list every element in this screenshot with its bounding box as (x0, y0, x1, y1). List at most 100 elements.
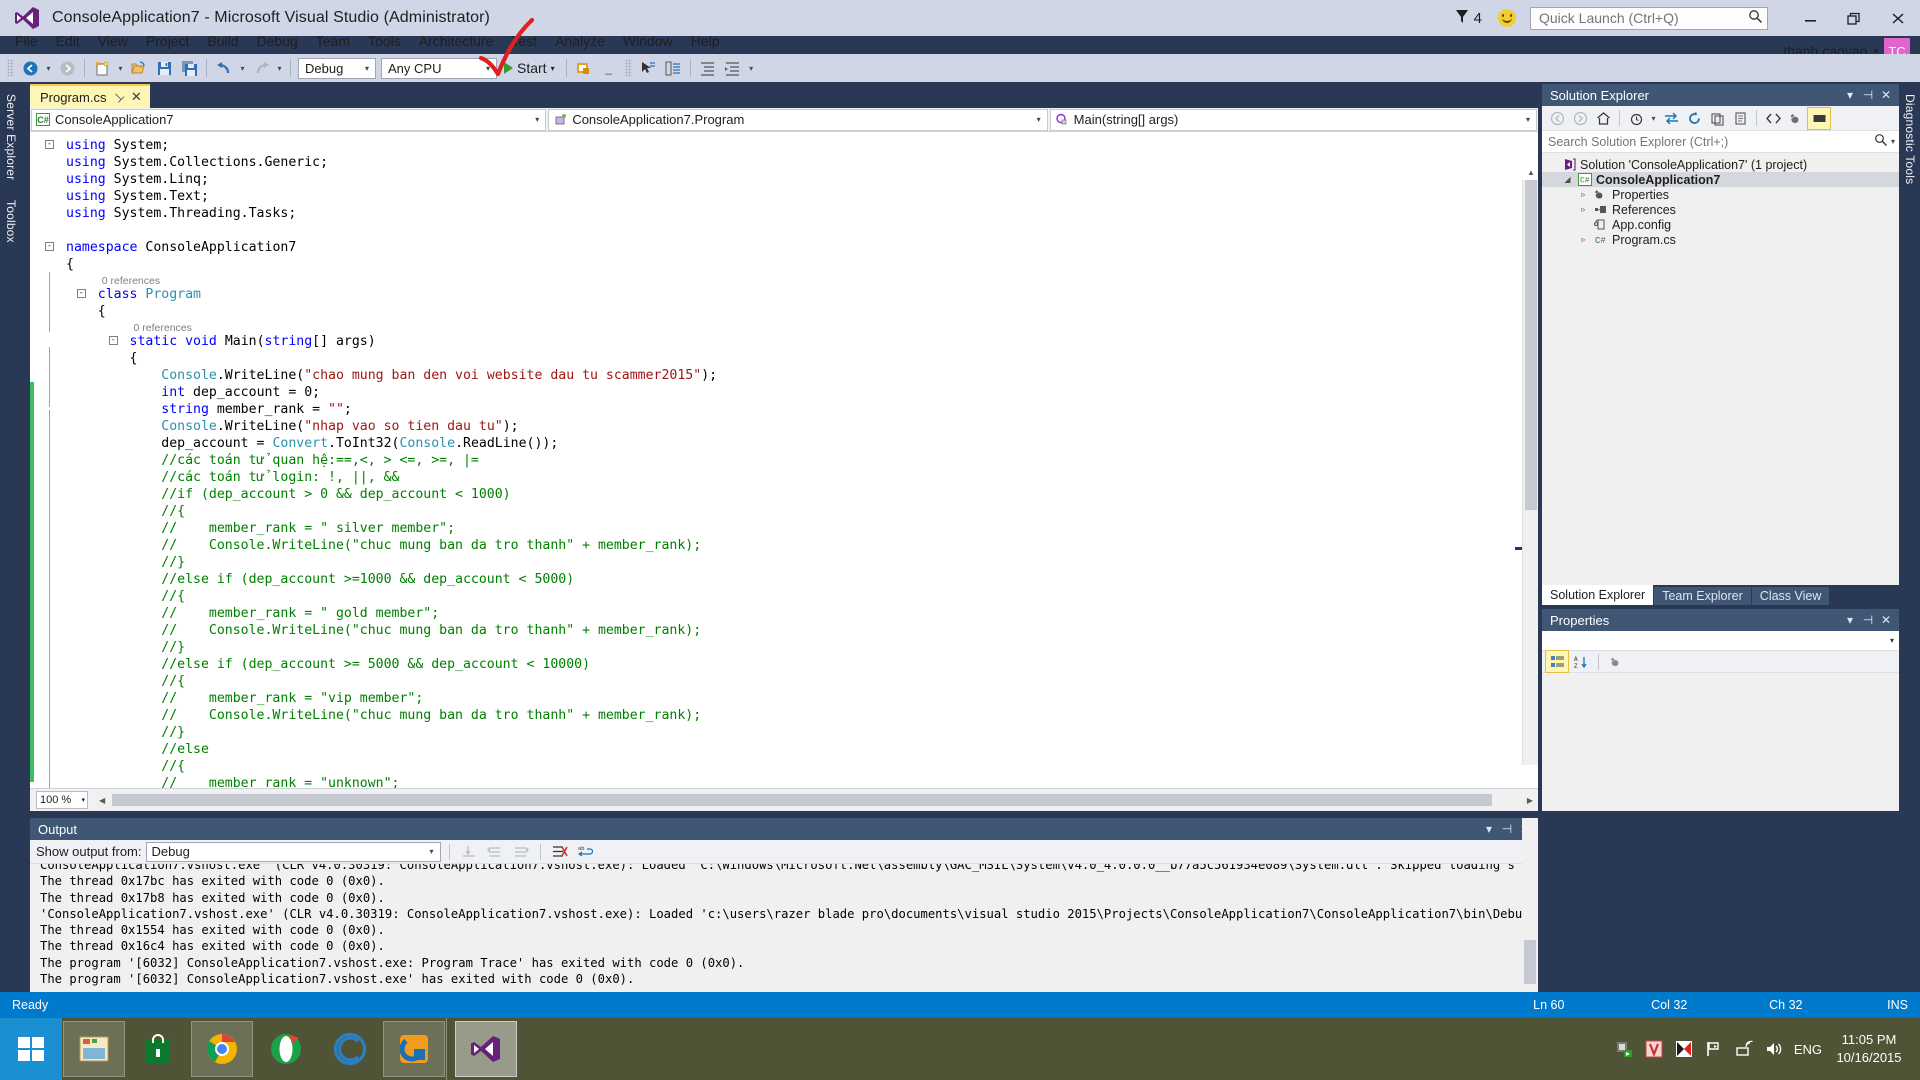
pin-icon[interactable]: ⊣ (110, 88, 127, 105)
code-lens-references[interactable]: 0 references (66, 320, 1538, 333)
menu-build[interactable]: Build (198, 29, 247, 53)
code-folding-column[interactable]: ---- (30, 132, 62, 788)
editor-zoom-combo[interactable]: 100 % ▾ (36, 791, 88, 809)
redo-caret-icon[interactable]: ▾ (274, 57, 285, 79)
quick-launch-box[interactable] (1530, 7, 1768, 30)
editor-hscroll-thumb[interactable] (112, 794, 1492, 806)
toolbar-overflow-icon[interactable]: ▾ (746, 57, 757, 79)
close-button[interactable] (1876, 0, 1920, 36)
panel-tab-team-explorer[interactable]: Team Explorer (1654, 587, 1751, 605)
code-line[interactable]: //các toán tử login: !, ||, && (66, 469, 1538, 486)
chevron-down-icon[interactable]: ▾ (1891, 137, 1895, 146)
code-line[interactable]: { (66, 256, 1538, 273)
pending-changes-icon[interactable] (1625, 108, 1647, 129)
scroll-left-icon[interactable]: ◀ (99, 796, 105, 805)
tree-twisty-icon[interactable]: ◢ (1562, 175, 1573, 184)
document-tab-program-cs[interactable]: Program.cs ⊣ ✕ (30, 84, 150, 108)
avast-icon[interactable] (1644, 1039, 1664, 1059)
tree-item-solution-consoleapplication7-1-project[interactable]: Solution 'ConsoleApplication7' (1 projec… (1542, 157, 1899, 172)
back-icon[interactable] (1546, 108, 1568, 129)
code-line[interactable]: // member_rank = "unknown"; (66, 775, 1538, 788)
scroll-up-icon[interactable]: ▲ (1523, 164, 1538, 180)
solution-explorer-search[interactable]: ▾ (1542, 131, 1899, 153)
code-line[interactable]: { (66, 303, 1538, 320)
indent-icon[interactable] (696, 57, 720, 79)
go-to-previous-message-icon[interactable] (484, 842, 506, 862)
code-editor-surface[interactable]: ---- using System;using System.Collectio… (30, 132, 1538, 788)
code-line[interactable]: using System.Collections.Generic; (66, 154, 1538, 171)
navbar-member-combo[interactable]: Main(string[] args) ▾ (1050, 109, 1537, 131)
output-text[interactable]: ConsoleApplication7.vshost.exe' (CLR v4.… (30, 864, 1538, 1012)
code-line[interactable]: // Console.WriteLine("chuc mung ban da t… (66, 622, 1538, 639)
new-project-caret-icon[interactable]: ▾ (115, 57, 126, 79)
code-line[interactable]: using System; (66, 137, 1538, 154)
taskbar-opera-icon[interactable] (255, 1021, 317, 1077)
undo-caret-icon[interactable]: ▾ (237, 57, 248, 79)
tab-server-explorer[interactable]: Server Explorer (0, 84, 22, 190)
menu-analyze[interactable]: Analyze (546, 29, 614, 53)
menu-team[interactable]: Team (307, 29, 359, 53)
solution-configuration-combo[interactable]: Debug ▾ (298, 58, 376, 79)
properties-wrench-icon[interactable] (1785, 108, 1807, 129)
menu-tools[interactable]: Tools (359, 29, 410, 53)
code-line[interactable]: using System.Linq; (66, 171, 1538, 188)
kaspersky-icon[interactable] (1674, 1039, 1694, 1059)
show-all-files-icon[interactable] (1729, 108, 1751, 129)
code-line[interactable]: using System.Text; (66, 188, 1538, 205)
close-icon[interactable]: ✕ (131, 89, 142, 105)
home-icon[interactable] (1592, 108, 1614, 129)
code-line[interactable]: dep_account = Convert.ToInt32(Console.Re… (66, 435, 1538, 452)
new-project-icon[interactable] (90, 57, 114, 79)
code-line[interactable]: namespace ConsoleApplication7 (66, 239, 1538, 256)
sync-with-active-document-icon[interactable] (1660, 108, 1682, 129)
navigate-back-caret-icon[interactable]: ▾ (43, 57, 54, 79)
notifications-button[interactable]: 4 (1455, 9, 1482, 28)
toolbar-grip-2[interactable] (625, 59, 632, 77)
comment-icon[interactable] (661, 57, 685, 79)
menu-edit[interactable]: Edit (47, 29, 89, 53)
taskbar-file-explorer-icon[interactable] (63, 1021, 125, 1077)
tree-item-consoleapplication7[interactable]: ◢C#ConsoleApplication7 (1542, 172, 1899, 187)
panel-menu-icon[interactable]: ▾ (1480, 822, 1498, 836)
code-line[interactable]: //} (66, 554, 1538, 571)
flag-icon[interactable] (1704, 1039, 1724, 1059)
code-text[interactable]: using System;using System.Collections.Ge… (66, 132, 1538, 788)
code-line[interactable]: using System.Threading.Tasks; (66, 205, 1538, 222)
tree-item-app-config[interactable]: App.config (1542, 217, 1899, 232)
tree-item-properties[interactable]: ▹Properties (1542, 187, 1899, 202)
taskbar-google-chrome-icon[interactable] (191, 1021, 253, 1077)
menu-help[interactable]: Help (682, 29, 729, 53)
pin-icon[interactable]: ⊣ (1498, 822, 1516, 836)
scroll-right-icon[interactable]: ▶ (1527, 796, 1533, 805)
menu-project[interactable]: Project (137, 29, 199, 53)
properties-wrench-icon[interactable] (1605, 651, 1627, 672)
code-line[interactable]: class Program (66, 286, 1538, 303)
navigate-forward-icon[interactable] (55, 57, 79, 79)
step-icon[interactable]: _ (597, 57, 621, 79)
code-line[interactable]: static void Main(string[] args) (66, 333, 1538, 350)
forward-icon[interactable] (1569, 108, 1591, 129)
tab-diagnostic-tools[interactable]: Diagnostic Tools (1899, 84, 1920, 194)
outdent-icon[interactable] (721, 57, 745, 79)
quick-launch-input[interactable] (1539, 10, 1748, 26)
menu-architecture[interactable]: Architecture (410, 29, 503, 53)
toolbar-grip[interactable] (7, 59, 14, 77)
tree-item-references[interactable]: ▹References (1542, 202, 1899, 217)
clock[interactable]: 11:05 PM 10/16/2015 (1832, 1031, 1906, 1067)
editor-horizontal-scrollbar[interactable]: ◀ ▶ (96, 792, 1536, 808)
code-line[interactable] (66, 222, 1538, 239)
network-icon[interactable] (1734, 1039, 1754, 1059)
output-scroll-thumb[interactable] (1524, 940, 1536, 984)
code-line[interactable]: //{ (66, 758, 1538, 775)
volume-icon[interactable] (1764, 1039, 1784, 1059)
menu-view[interactable]: View (89, 29, 137, 53)
fold-toggle-icon[interactable]: - (45, 140, 54, 149)
code-line[interactable]: //else if (dep_account >=1000 && dep_acc… (66, 571, 1538, 588)
tab-toolbox[interactable]: Toolbox (0, 190, 22, 253)
taskbar-visual-studio-icon[interactable] (455, 1021, 517, 1077)
navigate-back-icon[interactable] (18, 57, 42, 79)
code-line[interactable]: Console.WriteLine("nhap vao so tien dau … (66, 418, 1538, 435)
pin-icon[interactable]: ⊣ (1859, 613, 1877, 627)
minimize-button[interactable] (1788, 0, 1832, 36)
panel-tab-class-view[interactable]: Class View (1752, 587, 1830, 605)
